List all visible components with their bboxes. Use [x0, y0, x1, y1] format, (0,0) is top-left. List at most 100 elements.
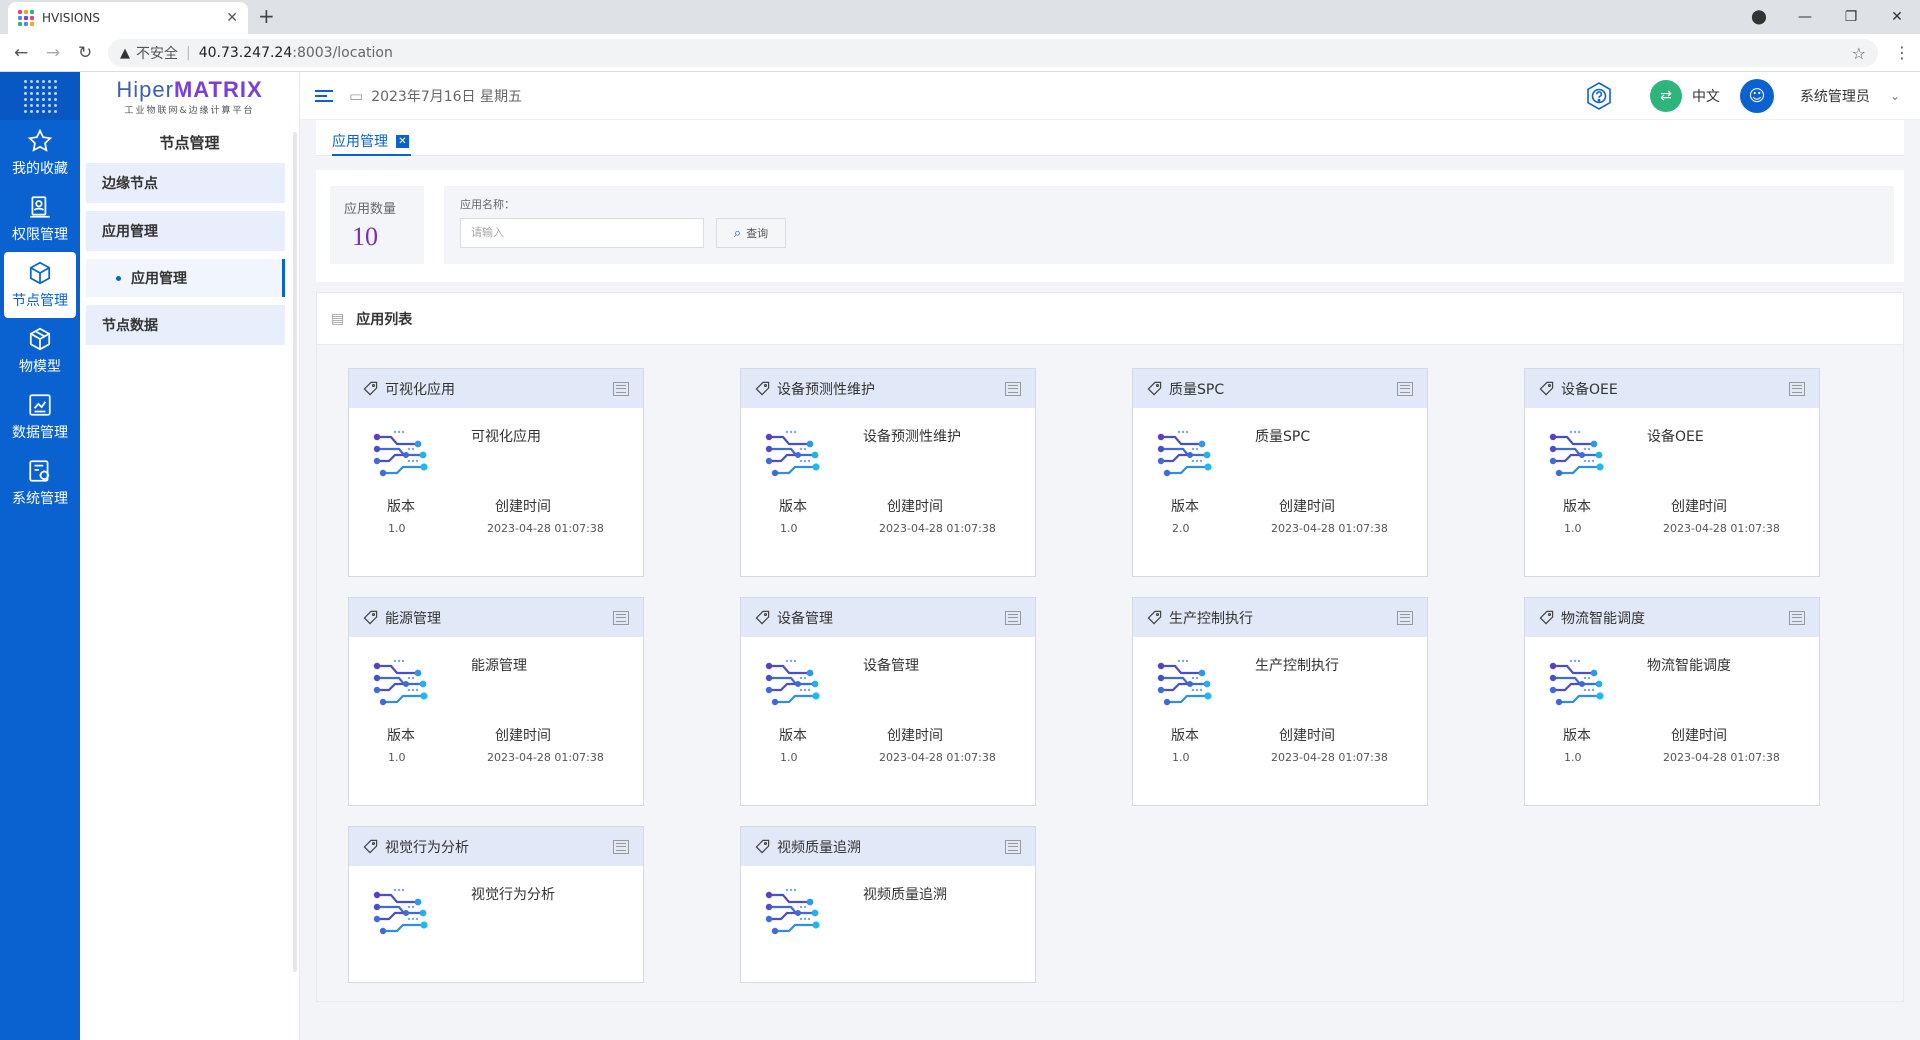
new-tab-button[interactable]: + — [258, 4, 275, 28]
app-card[interactable]: 视频质量追溯 视频质量追溯 — [740, 826, 1036, 983]
help-icon[interactable] — [1584, 81, 1614, 111]
close-window-button[interactable]: ✕ — [1874, 9, 1920, 25]
bookmark-star-icon[interactable]: ☆ — [1852, 44, 1866, 63]
version-label: 版本 — [779, 728, 807, 744]
app-card-body: 物流智能调度 版本 创建时间 1.0 2023-04-28 01:07:38 — [1525, 637, 1819, 807]
tag-icon — [755, 381, 770, 396]
reload-icon[interactable]: ↻ — [78, 43, 92, 63]
app-card-title: 设备管理 — [777, 610, 833, 627]
forward-icon[interactable]: → — [46, 43, 60, 63]
warning-icon[interactable]: ▲ — [120, 46, 130, 61]
app-card-description: 能源管理 — [471, 658, 527, 674]
created-time-value: 2023-04-28 01:07:38 — [1271, 751, 1388, 764]
card-menu-icon[interactable] — [1397, 610, 1413, 625]
app-card-header: 设备OEE — [1525, 369, 1819, 408]
user-avatar-icon[interactable]: ☺ — [1739, 78, 1774, 113]
collapse-menu-icon[interactable] — [315, 87, 333, 105]
card-menu-icon[interactable] — [1005, 610, 1021, 625]
created-time-value: 2023-04-28 01:07:38 — [879, 522, 996, 535]
app-card-description: 可视化应用 — [471, 429, 541, 445]
version-label: 版本 — [1563, 499, 1591, 515]
separator: | — [186, 45, 191, 61]
submenu-item-node-data[interactable]: 节点数据 — [86, 305, 285, 345]
card-menu-icon[interactable] — [1789, 381, 1805, 396]
app-card[interactable]: 物流智能调度 物流智能调度 版本 创建时间 1.0 2023-04-28 01:… — [1524, 597, 1820, 806]
app-card-title: 质量SPC — [1169, 381, 1225, 398]
language-icon[interactable]: ⇄ — [1649, 79, 1682, 112]
version-value: 1.0 — [1564, 522, 1582, 535]
app-card[interactable]: 能源管理 能源管理 版本 创建时间 1.0 2023-04-28 01:07:3… — [348, 597, 644, 806]
app-card-header: 视觉行为分析 — [349, 827, 643, 866]
app-card-header: 设备预测性维护 — [741, 369, 1035, 408]
close-tab-icon[interactable]: ✕ — [226, 10, 238, 26]
rail-item-system[interactable]: 系统管理 — [0, 450, 80, 516]
rail-item-thing-model[interactable]: 物模型 — [0, 318, 80, 384]
cube-icon — [29, 261, 51, 285]
app-grid-icon[interactable] — [0, 72, 80, 120]
card-menu-icon[interactable] — [613, 381, 629, 396]
submenu-item-app-management[interactable]: 应用管理 — [86, 211, 285, 251]
app-card-body: 能源管理 版本 创建时间 1.0 2023-04-28 01:07:38 — [349, 637, 643, 807]
address-bar[interactable]: ▲ 不安全 | 40.73.247.24 :8003/location ☆ — [108, 39, 1878, 67]
tag-icon — [1147, 610, 1162, 625]
browser-tabstrip: HVISIONS ✕ + ⬤ — ❐ ✕ — [0, 0, 1920, 34]
card-menu-icon[interactable] — [1005, 381, 1021, 396]
rail-item-nodes[interactable]: 节点管理 — [4, 252, 76, 318]
insecure-label[interactable]: 不安全 — [136, 43, 178, 63]
card-menu-icon[interactable] — [613, 610, 629, 625]
tab-label: 应用管理 — [332, 134, 388, 150]
created-time-value: 2023-04-28 01:07:38 — [487, 751, 604, 764]
rail-item-permissions[interactable]: 权限管理 — [0, 186, 80, 252]
chevron-down-icon[interactable]: ⌄ — [1890, 89, 1900, 103]
tab-app-management[interactable]: 应用管理 ✕ — [332, 128, 411, 156]
rail-item-data[interactable]: 数据管理 — [0, 384, 80, 450]
app-card[interactable]: 视觉行为分析 视觉行为分析 — [348, 826, 644, 983]
browser-tab[interactable]: HVISIONS ✕ — [8, 2, 248, 34]
rail-item-label: 物模型 — [19, 359, 61, 375]
card-menu-icon[interactable] — [1005, 839, 1021, 854]
minimize-button[interactable]: — — [1782, 9, 1828, 25]
profile-icon[interactable]: ⬤ — [1736, 9, 1782, 25]
restore-button[interactable]: ❐ — [1828, 9, 1874, 25]
app-card[interactable]: 设备OEE 设备OEE 版本 创建时间 1.0 2023-04-28 01:07… — [1524, 368, 1820, 577]
rail-item-favorites[interactable]: 我的收藏 — [0, 120, 80, 186]
app-card[interactable]: 可视化应用 可视化应用 版本 创建时间 1.0 2023-04-28 01:07… — [348, 368, 644, 577]
card-menu-icon[interactable] — [613, 839, 629, 854]
app-card-title: 设备OEE — [1561, 381, 1618, 398]
back-icon[interactable]: ← — [14, 43, 28, 63]
app-card[interactable]: 设备预测性维护 设备预测性维护 版本 创建时间 1.0 2023-04-28 0… — [740, 368, 1036, 577]
card-menu-icon[interactable] — [1789, 610, 1805, 625]
version-label: 版本 — [387, 499, 415, 515]
app-name-input[interactable] — [460, 218, 704, 248]
app-card-title: 生产控制执行 — [1169, 610, 1253, 627]
app-card-body: 视觉行为分析 — [349, 866, 643, 1036]
username[interactable]: 系统管理员 — [1800, 86, 1870, 106]
app-card-description: 生产控制执行 — [1255, 658, 1339, 674]
active-dot-icon — [116, 275, 121, 281]
submenu-item-edge-nodes[interactable]: 边缘节点 — [86, 163, 285, 203]
card-menu-icon[interactable] — [1397, 381, 1413, 396]
sidebar-scrollbar[interactable] — [293, 132, 297, 972]
created-time-label: 创建时间 — [1279, 499, 1335, 515]
version-value: 1.0 — [388, 751, 406, 764]
app-card[interactable]: 设备管理 设备管理 版本 创建时间 1.0 2023-04-28 01:07:3… — [740, 597, 1036, 806]
app-card[interactable]: 质量SPC 质量SPC 版本 创建时间 2.0 2023-04-28 01:07… — [1132, 368, 1428, 577]
search-button[interactable]: ⌕ 查询 — [716, 218, 786, 248]
app-logo-icon — [373, 888, 428, 935]
app-name-label: 应用名称： — [460, 198, 515, 211]
tag-icon — [755, 839, 770, 854]
app-card-description: 物流智能调度 — [1647, 658, 1731, 674]
submenu-child-app-management[interactable]: 应用管理 — [86, 259, 285, 297]
settings-list-icon — [29, 460, 50, 482]
app-favicon-icon — [18, 10, 34, 26]
app-card-title: 可视化应用 — [385, 381, 455, 398]
version-label: 版本 — [1563, 728, 1591, 744]
created-time-label: 创建时间 — [887, 499, 943, 515]
rail-item-label: 数据管理 — [12, 425, 68, 441]
app-card-body: 设备OEE 版本 创建时间 1.0 2023-04-28 01:07:38 — [1525, 408, 1819, 578]
app-card[interactable]: 生产控制执行 生产控制执行 版本 创建时间 1.0 2023-04-28 01:… — [1132, 597, 1428, 806]
language-label[interactable]: 中文 — [1692, 86, 1720, 106]
close-tab-icon[interactable]: ✕ — [396, 134, 409, 148]
browser-menu-icon[interactable]: ⋮ — [1894, 43, 1910, 62]
app-logo-icon — [1157, 430, 1212, 477]
